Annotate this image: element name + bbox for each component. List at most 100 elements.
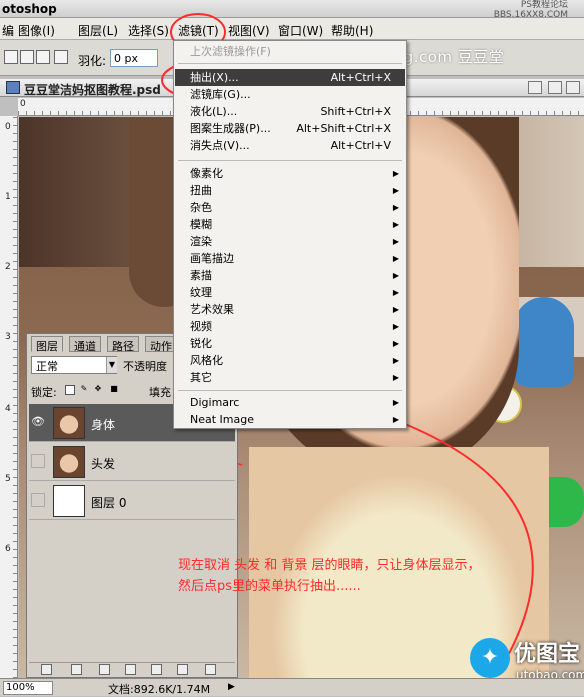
submenu-arrow-icon: ▶	[392, 186, 399, 195]
add-selection-icon[interactable]	[20, 50, 34, 64]
ruler-left-label: 1	[5, 192, 11, 202]
menu-item-label: 消失点(V)...	[190, 139, 250, 152]
menu-item-shortcut: Alt+Ctrl+V	[330, 139, 391, 152]
menu-sub-noise[interactable]: 杂色 ▶	[175, 199, 405, 216]
folder-icon[interactable]	[151, 664, 162, 675]
layer-name: 头发	[91, 457, 116, 471]
menu-sub-digimarc[interactable]: Digimarc ▶	[175, 394, 405, 411]
lock-move-icon[interactable]: ✥	[93, 385, 103, 395]
menu-sub-render[interactable]: 渲染 ▶	[175, 233, 405, 250]
menu-sub-distort[interactable]: 扭曲 ▶	[175, 182, 405, 199]
menu-item-label: 锐化	[190, 337, 212, 350]
menu-item-label: 纹理	[190, 286, 212, 299]
menu-item-extract[interactable]: 抽出(X)... Alt+Ctrl+X	[175, 69, 405, 86]
menu-sub-video[interactable]: 视频 ▶	[175, 318, 405, 335]
layers-panel-footer	[29, 662, 235, 676]
menu-view[interactable]: 视图(V)	[228, 22, 270, 39]
menu-sub-other[interactable]: 其它 ▶	[175, 369, 405, 386]
menu-item-filter-gallery[interactable]: 滤镜库(G)...	[175, 86, 405, 103]
menu-filter[interactable]: 滤镜(T)	[178, 22, 219, 39]
menu-bar: 编 图像(I) 图层(L) 选择(S) 滤镜(T) 视图(V) 窗口(W) 帮助…	[0, 18, 584, 40]
status-menu-arrow-icon[interactable]: ▶	[228, 682, 235, 692]
tab-layers[interactable]: 图层	[31, 336, 63, 353]
ruler-left-label: 3	[5, 332, 11, 342]
menu-image[interactable]: 图像(I)	[18, 22, 55, 39]
new-selection-icon[interactable]	[4, 50, 18, 64]
submenu-arrow-icon: ▶	[392, 237, 399, 246]
forum-label: PS教程论坛	[520, 0, 568, 10]
layer-row-layer0[interactable]: 图层 0	[29, 482, 235, 520]
ruler-left-label: 2	[5, 262, 11, 272]
submenu-arrow-icon: ▶	[392, 373, 399, 382]
menu-item-label: 杂色	[190, 201, 212, 214]
menu-item-label: 上次滤镜操作(F)	[190, 45, 271, 58]
minimize-button[interactable]	[528, 81, 542, 94]
menu-item-label: 视频	[190, 320, 212, 333]
eye-icon[interactable]: 👁	[31, 415, 45, 429]
menu-item-label: Neat Image	[190, 413, 254, 426]
menu-item-label: 艺术效果	[190, 303, 234, 316]
menu-sub-sketch[interactable]: 素描 ▶	[175, 267, 405, 284]
zoom-field[interactable]: 100%	[3, 681, 53, 695]
menu-select[interactable]: 选择(S)	[128, 22, 169, 39]
menu-sub-blur[interactable]: 模糊 ▶	[175, 216, 405, 233]
eye-hidden-icon[interactable]	[31, 493, 45, 507]
feather-input[interactable]	[110, 49, 158, 67]
menu-sub-neat-image[interactable]: Neat Image ▶	[175, 411, 405, 428]
maximize-button[interactable]	[548, 81, 562, 94]
menu-window[interactable]: 窗口(W)	[278, 22, 323, 39]
link-icon[interactable]	[41, 664, 52, 675]
intersect-selection-icon[interactable]	[54, 50, 68, 64]
lock-all-icon[interactable]: ■	[109, 385, 119, 395]
filter-dropdown-menu: 上次滤镜操作(F) 抽出(X)... Alt+Ctrl+X 滤镜库(G)... …	[173, 40, 407, 429]
menu-item-shortcut: Alt+Ctrl+X	[330, 71, 391, 84]
layer-thumbnail	[53, 485, 85, 517]
submenu-arrow-icon: ▶	[392, 339, 399, 348]
ruler-left-label: 0	[5, 122, 11, 132]
menu-item-liquify[interactable]: 液化(L)... Shift+Ctrl+X	[175, 103, 405, 120]
document-icon	[6, 81, 20, 94]
submenu-arrow-icon: ▶	[392, 322, 399, 331]
adjustment-icon[interactable]	[125, 664, 136, 675]
menu-help[interactable]: 帮助(H)	[331, 22, 373, 39]
close-button[interactable]	[566, 81, 580, 94]
note-line: 现在取消 头发 和 背景 层的眼睛，只让身体层显示，	[178, 558, 481, 573]
menu-sub-pixelate[interactable]: 像素化 ▶	[175, 165, 405, 182]
layer-row-hair[interactable]: 头发	[29, 443, 235, 481]
submenu-arrow-icon: ▶	[392, 220, 399, 229]
menu-sub-texture[interactable]: 纹理 ▶	[175, 284, 405, 301]
menu-separator	[178, 160, 402, 161]
menu-sub-artistic[interactable]: 艺术效果 ▶	[175, 301, 405, 318]
menu-sub-sharpen[interactable]: 锐化 ▶	[175, 335, 405, 352]
menu-item-pattern-maker[interactable]: 图案生成器(P)... Alt+Shift+Ctrl+X	[175, 120, 405, 137]
menu-item-label: 画笔描边	[190, 252, 234, 265]
chevron-down-icon: ▼	[106, 357, 117, 373]
submenu-arrow-icon: ▶	[392, 271, 399, 280]
subtract-selection-icon[interactable]	[36, 50, 50, 64]
tutorial-note: 现在取消 头发 和 背景 层的眼睛，只让身体层显示， 然后点ps里的菜单执行抽出…	[178, 555, 578, 597]
tab-channels[interactable]: 通道	[69, 336, 101, 353]
menu-edit[interactable]: 编	[2, 22, 14, 39]
menu-item-label: 液化(L)...	[190, 105, 238, 118]
menu-item-label: 扭曲	[190, 184, 212, 197]
trash-icon[interactable]	[205, 664, 216, 675]
mask-icon[interactable]	[99, 664, 110, 675]
menu-item-vanishing-point[interactable]: 消失点(V)... Alt+Ctrl+V	[175, 137, 405, 154]
menu-item-label: 风格化	[190, 354, 223, 367]
app-title: otoshop	[2, 2, 57, 16]
forum-badge: PS教程论坛 BBS.16XX8.COM	[490, 0, 568, 20]
menu-item-label: 渲染	[190, 235, 212, 248]
lock-transparency-icon[interactable]	[65, 385, 75, 395]
ruler-left[interactable]: 0 1 2 3 4 5 6	[0, 116, 18, 678]
lock-brush-icon[interactable]: ✎	[79, 385, 89, 395]
tab-paths[interactable]: 路径	[107, 336, 139, 353]
menu-sub-brush-strokes[interactable]: 画笔描边 ▶	[175, 250, 405, 267]
new-layer-icon[interactable]	[177, 664, 188, 675]
menu-layer[interactable]: 图层(L)	[78, 22, 118, 39]
blend-mode-select[interactable]: 正常 ▼	[31, 356, 117, 374]
submenu-arrow-icon: ▶	[392, 203, 399, 212]
layer-style-icon[interactable]	[71, 664, 82, 675]
menu-sub-stylize[interactable]: 风格化 ▶	[175, 352, 405, 369]
ruler-top-label: 0	[20, 99, 26, 109]
eye-hidden-icon[interactable]	[31, 454, 45, 468]
